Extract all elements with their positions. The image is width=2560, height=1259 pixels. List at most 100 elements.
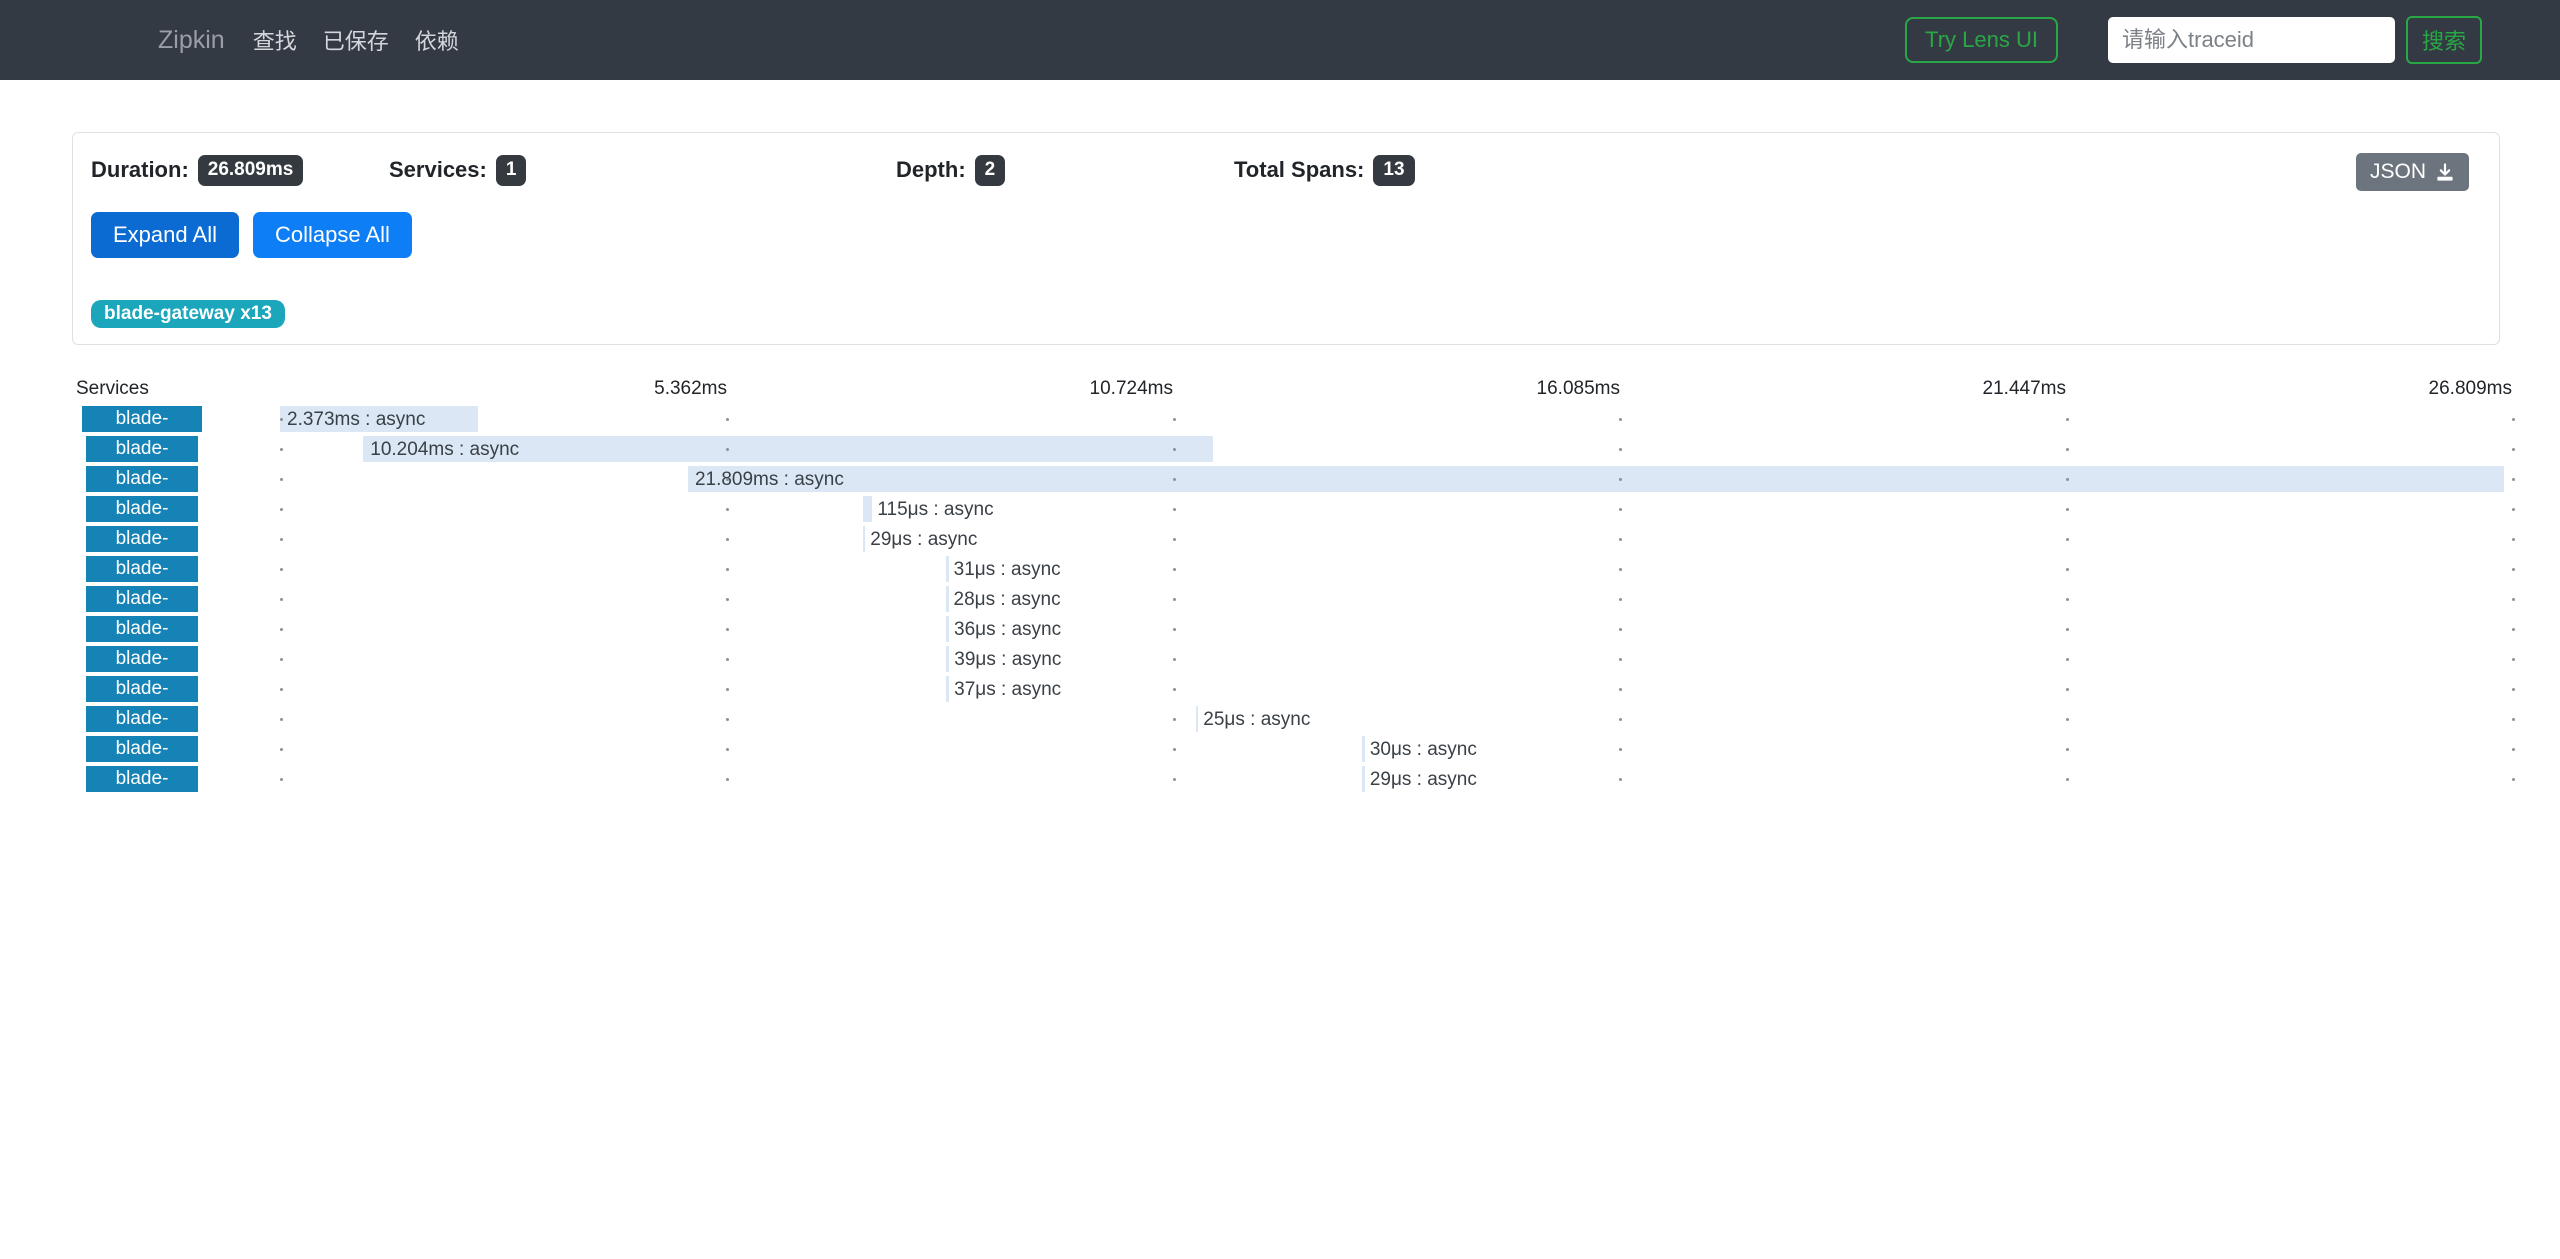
total-spans-badge: 13 [1373,155,1414,186]
service-button[interactable]: blade-gateway [82,406,202,432]
tick-dot [726,508,729,511]
tick-dot [1619,538,1622,541]
brand-link[interactable]: Zipkin [158,26,225,55]
expand-all-button[interactable]: Expand All [91,212,239,258]
tick-dot [1619,778,1622,781]
tick-dot [1619,748,1622,751]
service-button[interactable]: blade-gateway [86,646,198,672]
tick-dot [2512,448,2515,451]
time-tick-3: 16.085ms [1173,378,1620,400]
tick-dot [1619,688,1622,691]
tick-dot [1619,418,1622,421]
tick-dot [2066,748,2069,751]
tick-dot [2066,418,2069,421]
navbar-right: Try Lens UI 搜索 [1905,16,2482,64]
span-bar[interactable] [946,586,949,612]
span-label: 30μs : async [1370,736,1477,762]
span-label: 25μs : async [1203,706,1310,732]
span-bar[interactable] [688,466,2504,492]
tick-dot [2512,538,2515,541]
span-bar[interactable] [280,406,478,432]
tick-dot [2512,478,2515,481]
tick-dot [2066,658,2069,661]
summary-duration: Duration: 26.809ms [91,155,389,186]
span-bar[interactable] [946,646,949,672]
trace-rows: blade-gateway 2.373ms : async blade-gate… [60,405,2512,795]
traceid-search-input[interactable] [2108,17,2395,63]
span-label: 31μs : async [954,556,1061,582]
tick-dot [726,418,729,421]
service-button[interactable]: blade-gateway [86,526,198,552]
try-lens-button[interactable]: Try Lens UI [1905,17,2058,63]
tick-dot [1619,598,1622,601]
span-label: 115μs : async [877,496,993,522]
tick-dot [726,688,729,691]
service-button[interactable]: blade-gateway [86,616,198,642]
tick-dot [726,598,729,601]
span-bar[interactable] [1362,736,1365,762]
tick-dot [2066,718,2069,721]
tick-dot [2066,778,2069,781]
search-button[interactable]: 搜索 [2406,16,2482,64]
service-button[interactable]: blade-gateway [86,586,198,612]
trace-span-row: blade-gateway 28μs : async [60,585,2512,615]
service-button[interactable]: blade-gateway [86,706,198,732]
span-bar[interactable] [363,436,1213,462]
tick-dot [1173,478,1176,481]
span-bar[interactable] [863,496,873,522]
tick-dot [1619,658,1622,661]
tick-dot [2512,628,2515,631]
tick-dot [1619,508,1622,511]
tick-dot [1619,718,1622,721]
trace-span-row: blade-gateway 115μs : async [60,495,2512,525]
service-button[interactable]: blade-gateway [86,436,198,462]
span-bar[interactable] [946,616,949,642]
service-button[interactable]: blade-gateway [86,676,198,702]
tick-dot [726,718,729,721]
tick-dot [1173,628,1176,631]
tick-dot [726,538,729,541]
span-bar[interactable] [863,526,866,552]
trace-span-row: blade-gateway 29μs : async [60,525,2512,555]
depth-label: Depth: [896,157,966,183]
tick-dot [2512,778,2515,781]
tick-dot [2512,748,2515,751]
expand-collapse-row: Expand All Collapse All [91,212,2471,258]
service-button[interactable]: blade-gateway [86,736,198,762]
summary-total-spans: Total Spans: 13 [1234,155,2471,186]
span-label: 29μs : async [870,526,977,552]
service-button[interactable]: blade-gateway [86,466,198,492]
nav-link-saved[interactable]: 已保存 [323,24,389,56]
collapse-all-button[interactable]: Collapse All [253,212,412,258]
tick-dot [1173,448,1176,451]
tick-dot [280,628,283,631]
json-button-label: JSON [2370,160,2426,184]
time-tick-5: 26.809ms [2065,378,2512,400]
service-count-tag[interactable]: blade-gateway x13 [91,300,285,328]
span-bar[interactable] [946,676,949,702]
tick-dot [726,658,729,661]
service-button[interactable]: blade-gateway [86,496,198,522]
service-button[interactable]: blade-gateway [86,556,198,582]
tick-dot [1173,568,1176,571]
span-bar[interactable] [1362,766,1365,792]
navbar: Zipkin 查找 已保存 依赖 Try Lens UI 搜索 [0,0,2560,80]
span-label: 37μs : async [954,676,1061,702]
services-column-header: Services [76,378,149,400]
span-label: 28μs : async [954,586,1061,612]
duration-label: Duration: [91,157,189,183]
services-badge: 1 [496,155,527,186]
service-tag-row: blade-gateway x13 [91,300,2471,328]
span-bar[interactable] [946,556,949,582]
tick-dot [1173,538,1176,541]
span-bar[interactable] [1196,706,1199,732]
service-button[interactable]: blade-gateway [86,766,198,792]
nav-link-find[interactable]: 查找 [253,24,297,56]
trace-span-row: blade-gateway 10.204ms : async [60,435,2512,465]
nav-link-dependencies[interactable]: 依赖 [415,24,459,56]
json-download-button[interactable]: JSON [2356,153,2469,191]
tick-dot [1173,658,1176,661]
trace-span-row: blade-gateway 31μs : async [60,555,2512,585]
tick-dot [280,688,283,691]
duration-badge: 26.809ms [198,155,304,186]
